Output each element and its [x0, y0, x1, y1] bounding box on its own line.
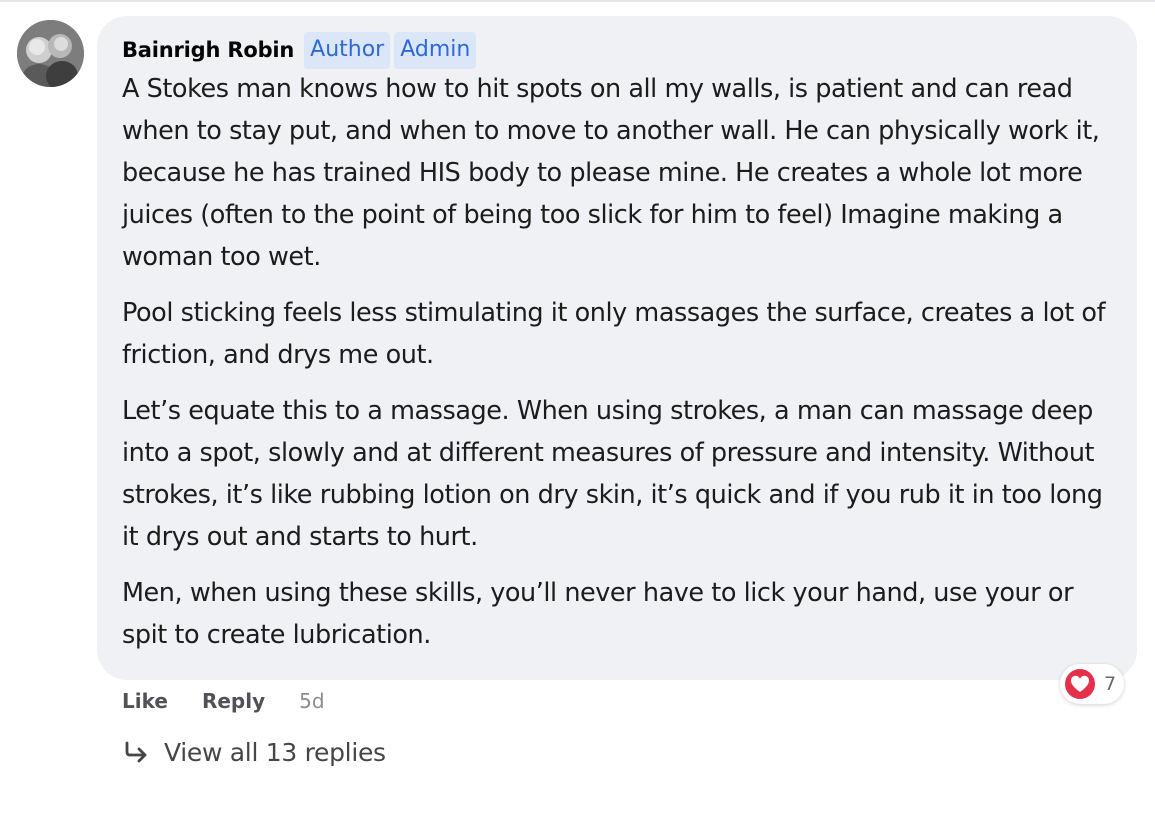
comment-timestamp[interactable]: 5d [299, 689, 324, 713]
reaction-summary[interactable]: 7 [1060, 664, 1125, 704]
top-divider [0, 0, 1155, 2]
comment-header: Bainrigh Robin Author Admin [122, 30, 477, 70]
avatar-photo-icon [17, 20, 84, 87]
like-button[interactable]: Like [122, 689, 168, 713]
avatar[interactable] [17, 20, 84, 87]
comment-paragraph: Let’s equate this to a massage. When usi… [122, 396, 1103, 552]
author-name[interactable]: Bainrigh Robin [122, 38, 294, 62]
reaction-count: 7 [1104, 673, 1117, 695]
comment-paragraph: Pool sticking feels less stimulating it … [122, 298, 1106, 370]
admin-badge: Admin [394, 31, 477, 69]
view-replies-link[interactable]: View all 13 replies [122, 732, 386, 772]
author-badge: Author [304, 31, 391, 69]
heart-icon [1063, 667, 1097, 701]
view-replies-label: View all 13 replies [164, 737, 386, 767]
reply-button[interactable]: Reply [202, 689, 265, 713]
reply-arrow-icon [125, 741, 147, 763]
comment-paragraph: Men, when using these skills, you’ll nev… [122, 578, 1074, 650]
comment-paragraph: A Stokes man knows how to hit spots on a… [122, 74, 1100, 272]
comment-text: A Stokes man knows how to hit spots on a… [122, 68, 1122, 670]
comment-actions: Like Reply 5d [122, 682, 325, 720]
